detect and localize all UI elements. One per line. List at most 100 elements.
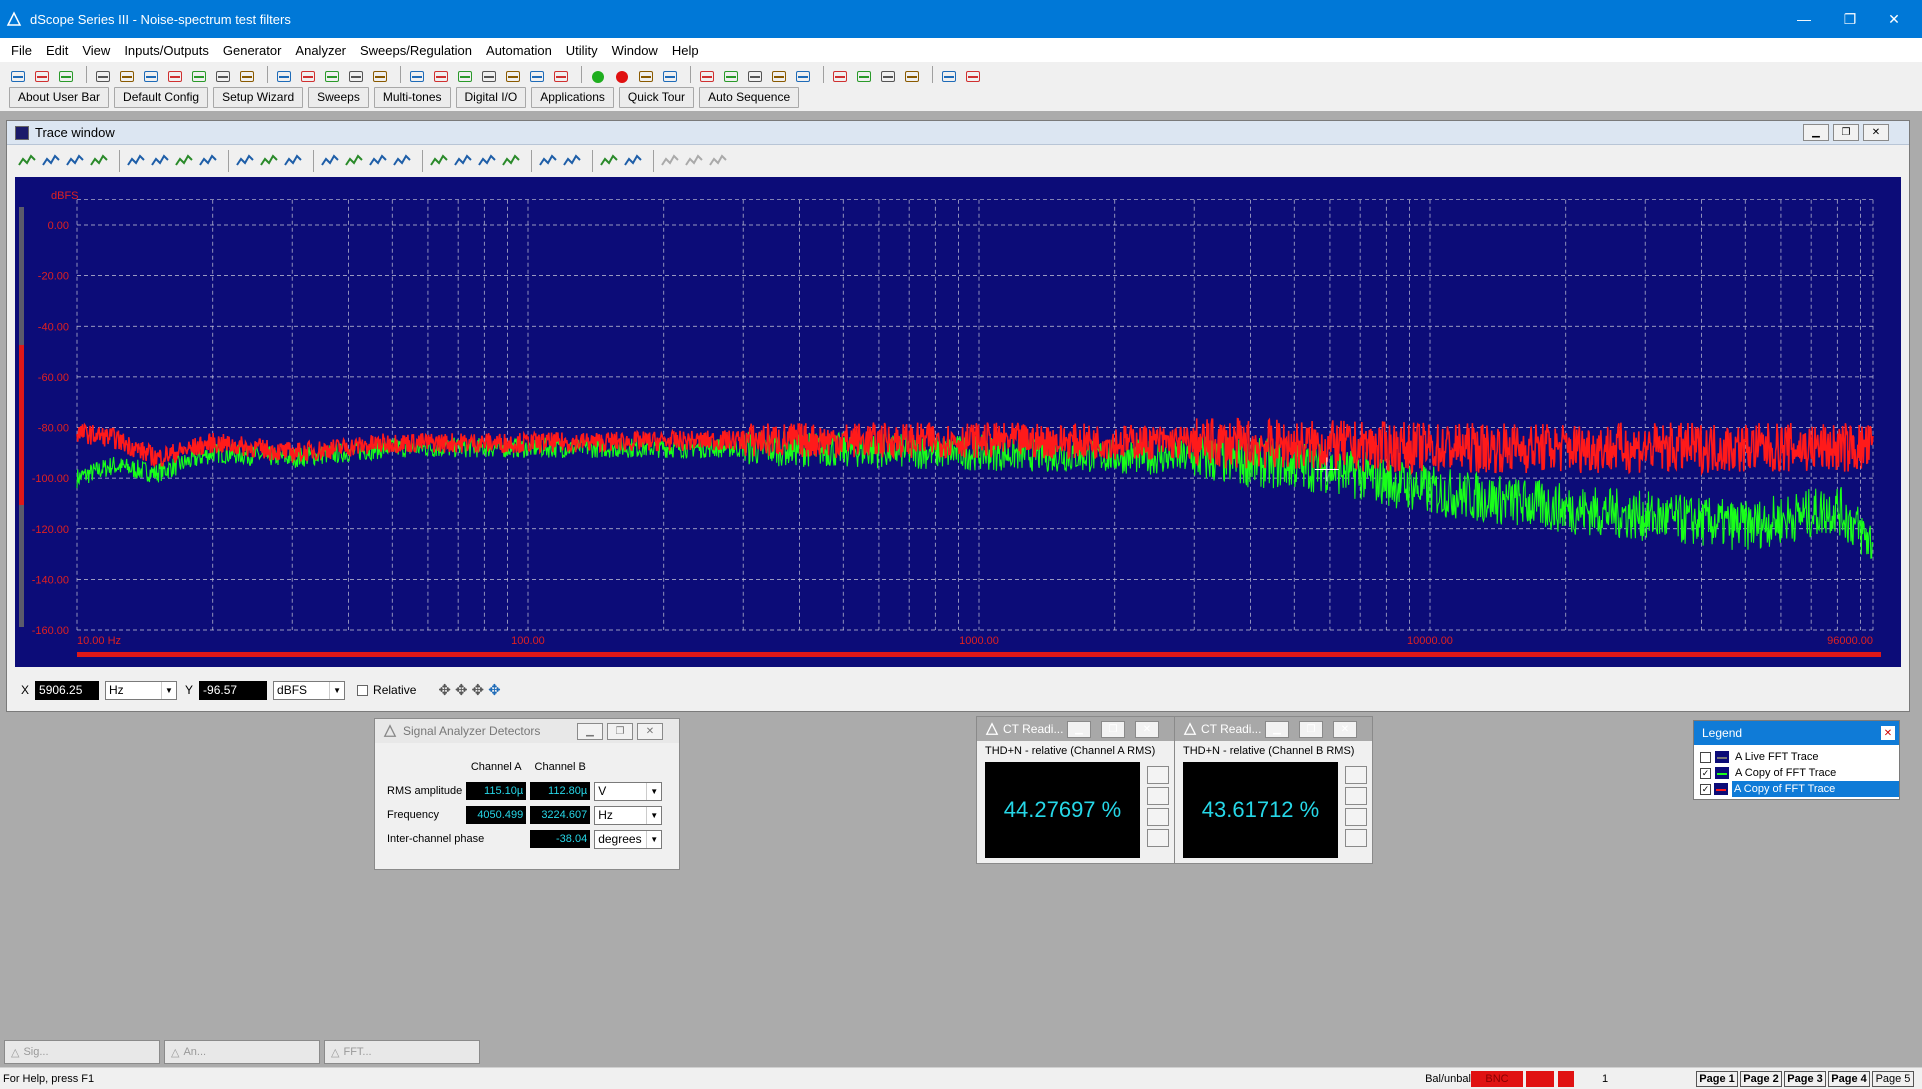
menu-sweeps-regulation[interactable]: Sweeps/Regulation	[353, 43, 479, 58]
menu-utility[interactable]: Utility	[559, 43, 605, 58]
ct-a-settings-icon[interactable]	[1147, 787, 1169, 805]
y-unit-select[interactable]: dBFS ▼	[273, 680, 346, 700]
cursor-move-4-icon[interactable]: ✥	[488, 681, 501, 699]
cursor-move-icon[interactable]: ✥	[438, 681, 451, 699]
close-button[interactable]: ✕	[1866, 0, 1922, 38]
auto-sequence-button[interactable]: Auto Sequence	[699, 86, 800, 108]
page-3-tab[interactable]: Page 3	[1784, 1071, 1826, 1087]
about-user-bar-button[interactable]: About User Bar	[9, 86, 110, 108]
cursor-3-icon[interactable]	[477, 151, 497, 171]
menu-analyzer[interactable]: Analyzer	[288, 43, 353, 58]
peak-3-icon[interactable]	[368, 151, 388, 171]
trace-window-minimize-button[interactable]: ▁	[1803, 124, 1829, 141]
ct-a-display-icon[interactable]	[1147, 766, 1169, 784]
sweeps-button[interactable]: Sweeps	[308, 86, 369, 108]
link-2-icon[interactable]	[623, 151, 643, 171]
menu-automation[interactable]: Automation	[479, 43, 559, 58]
ct-a-chart-icon[interactable]	[1147, 808, 1169, 826]
minimized-window[interactable]: △ An...	[164, 1040, 320, 1064]
fft-plot[interactable]: 0.00 -20.00 -40.00 -60.00 -80.00 -100.00 -120.…	[15, 177, 1901, 667]
overlay-icon[interactable]	[501, 151, 521, 171]
multi-tones-button[interactable]: Multi-tones	[373, 86, 451, 108]
cursor-move-2-icon[interactable]: ✥	[455, 681, 468, 699]
marker-icon[interactable]	[538, 151, 558, 171]
default-config-button[interactable]: Default Config	[114, 86, 209, 108]
trace-window-close-button[interactable]: ✕	[1863, 124, 1889, 141]
phase-unit-select[interactable]: degrees ▼	[594, 829, 663, 849]
grey-3-icon[interactable]	[708, 151, 728, 171]
peak-4-icon[interactable]	[392, 151, 412, 171]
menu-edit[interactable]: Edit	[39, 43, 75, 58]
quick-tour-button[interactable]: Quick Tour	[618, 86, 695, 108]
trace-a-icon[interactable]	[17, 151, 37, 171]
autoscale-icon[interactable]	[283, 151, 303, 171]
ct-b-display-icon[interactable]	[1345, 766, 1367, 784]
trace-window-titlebar[interactable]: Trace window	[7, 121, 1909, 145]
menu-help[interactable]: Help	[665, 43, 706, 58]
x-cursor-value[interactable]: 5906.25	[35, 680, 100, 700]
legend-item[interactable]: A Live FFT Trace	[1694, 749, 1899, 765]
copy-trace-icon[interactable]	[89, 151, 109, 171]
menu-inputs-outputs[interactable]: Inputs/Outputs	[117, 43, 216, 58]
zoom-y-icon[interactable]	[259, 151, 279, 171]
page-5-tab[interactable]: Page 5	[1872, 1071, 1914, 1087]
ct-a-close-button[interactable]: ✕	[1135, 721, 1159, 738]
ct-b-chart-icon[interactable]	[1345, 808, 1367, 826]
marker-2-icon[interactable]	[562, 151, 582, 171]
ct-b-close-button[interactable]: ✕	[1333, 721, 1357, 738]
page-1-tab[interactable]: Page 1	[1696, 1071, 1738, 1087]
menu-generator[interactable]: Generator	[216, 43, 289, 58]
cursor-move-3-icon[interactable]: ✥	[472, 681, 485, 699]
cursor-icon[interactable]	[429, 151, 449, 171]
legend-checkbox[interactable]: ✓	[1700, 767, 1711, 779]
freq-unit-select[interactable]: Hz ▼	[594, 805, 663, 825]
columns-icon[interactable]	[198, 151, 218, 171]
digital-io-button[interactable]: Digital I/O	[455, 86, 527, 108]
menu-window[interactable]: Window	[605, 43, 665, 58]
ct-a-restore-button[interactable]: ❐	[1101, 721, 1125, 738]
chart-grey-icon[interactable]	[126, 151, 146, 171]
legend-item-selected[interactable]: ✓ A Copy of FFT Trace	[1700, 781, 1899, 797]
minimized-window[interactable]: △ FFT...	[324, 1040, 480, 1064]
chart-grid-icon[interactable]	[150, 151, 170, 171]
relative-checkbox[interactable]	[357, 684, 369, 696]
sad-minimize-button[interactable]: ▁	[577, 723, 603, 740]
grey-2-icon[interactable]	[684, 151, 704, 171]
trace-b-icon[interactable]	[41, 151, 61, 171]
fft-chart-svg[interactable]: 0.00 -20.00 -40.00 -60.00 -80.00 -100.00 -120.…	[15, 177, 1901, 667]
legend-checkbox[interactable]	[1700, 751, 1711, 763]
ct-a-link-icon[interactable]	[1147, 829, 1169, 847]
ct-b-minimize-button[interactable]: ▁	[1265, 721, 1289, 738]
legend-item[interactable]: ✓ A Copy of FFT Trace	[1694, 765, 1899, 781]
zoom-x-icon[interactable]	[235, 151, 255, 171]
ct-b-titlebar[interactable]: CT Readi... ▁ ❐ ✕	[1175, 717, 1372, 741]
page-2-tab[interactable]: Page 2	[1740, 1071, 1782, 1087]
legend-checkbox[interactable]: ✓	[1700, 783, 1711, 795]
grey-icon[interactable]	[660, 151, 680, 171]
peak-icon[interactable]	[320, 151, 340, 171]
ct-b-link-icon[interactable]	[1345, 829, 1367, 847]
ct-a-minimize-button[interactable]: ▁	[1067, 721, 1091, 738]
cursor-2-icon[interactable]	[453, 151, 473, 171]
x-unit-select[interactable]: Hz ▼	[105, 680, 178, 700]
legend-close-button[interactable]: ✕	[1881, 726, 1895, 740]
setup-wizard-button[interactable]: Setup Wizard	[213, 86, 304, 108]
sad-restore-button[interactable]: ❐	[607, 723, 633, 740]
y-cursor-value[interactable]: -96.57	[199, 680, 268, 700]
sad-close-button[interactable]: ✕	[637, 723, 663, 740]
link-icon[interactable]	[599, 151, 619, 171]
peak-2-icon[interactable]	[344, 151, 364, 171]
save-trace-icon[interactable]	[65, 151, 85, 171]
minimized-window[interactable]: △ Sig...	[4, 1040, 160, 1064]
sad-titlebar[interactable]: Signal Analyzer Detectors ▁ ❐ ✕	[375, 719, 679, 743]
menu-view[interactable]: View	[75, 43, 117, 58]
ct-b-settings-icon[interactable]	[1345, 787, 1367, 805]
legend-titlebar[interactable]: Legend ✕	[1694, 721, 1899, 745]
table-icon[interactable]	[174, 151, 194, 171]
ct-a-titlebar[interactable]: CT Readi... ▁ ❐ ✕	[977, 717, 1174, 741]
trace-window-restore-button[interactable]: ❐	[1833, 124, 1859, 141]
page-4-tab[interactable]: Page 4	[1828, 1071, 1870, 1087]
rms-unit-select[interactable]: V ▼	[594, 781, 663, 801]
applications-button[interactable]: Applications	[531, 86, 614, 108]
ct-b-restore-button[interactable]: ❐	[1299, 721, 1323, 738]
